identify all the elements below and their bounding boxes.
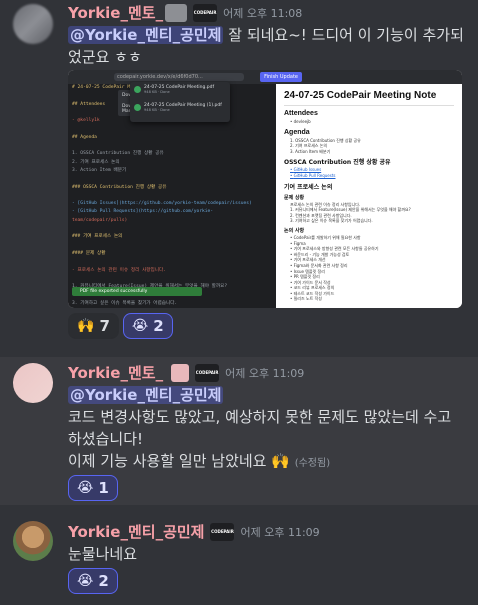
timestamp[interactable]: 어제 오후 11:09 (225, 365, 304, 381)
doc-title: 24-07-25 CodePair Meeting Note (284, 90, 437, 101)
redacted-name (171, 363, 190, 382)
doc-heading: OSSCA Contribution 진행 상황 공유 (284, 159, 391, 167)
export-toast: PDF file exported successfully (72, 287, 202, 296)
doc-heading: 논의 사항 (284, 227, 305, 234)
user-mention[interactable]: @Yorkie_멘티_공민제 (68, 386, 224, 404)
editor-line: ## Agenda (72, 134, 97, 140)
editor-line: ### OSSCA Contribution 진행 상황 공유 (72, 184, 167, 190)
timestamp[interactable]: 어제 오후 11:08 (223, 5, 302, 21)
editor-line: team/codepair/pulls) (72, 217, 128, 223)
raising-hands-icon: 🙌 (77, 318, 95, 334)
reaction-crying[interactable]: 😭 2 (122, 313, 173, 339)
image-attachment[interactable]: codepair.yorkie.dev/x/e/d6f0d70... Finis… (68, 70, 462, 308)
pdf-preview: 24-07-25 CodePair Meeting Note Attendees… (276, 84, 462, 308)
doc-heading: Agenda (284, 128, 310, 136)
reaction-count: 7 (99, 317, 110, 335)
doc-list-item: 3. Action Item 배분기 (290, 148, 331, 154)
doc-discuss-list: • CodePair를 개발하기 위해 필요한 사항 • Figma • 기여 프로… (284, 235, 454, 302)
reaction-count: 2 (153, 317, 164, 335)
loudly-crying-face-icon: 😭 (131, 318, 149, 334)
reaction-crying[interactable]: 😭 2 (68, 568, 118, 594)
reaction-count: 1 (98, 479, 109, 497)
server-tag-badge[interactable]: CODEPAIR (210, 522, 235, 541)
reactions-bar: 😭 1 (68, 475, 118, 501)
message-header: Yorkie_멘티_공민제 CODEPAIR 어제 오후 11:09 (68, 521, 320, 542)
editor-line: ### 기여 프로세스 논의 (72, 234, 123, 240)
reaction-raising-hands[interactable]: 🙌 7 (68, 313, 119, 339)
doc-list-item: 3. 기여하고 싶은 이슈 목록을 찾기가 어렵습니다. (290, 218, 373, 224)
message-header: Yorkie_멘토_ CODEPAIR 어제 오후 11:08 (68, 2, 302, 23)
editor-line: - 프로세스 논의 관련 이슈 정리 사항입니다. (72, 267, 166, 273)
message-3: Yorkie_멘티_공민제 CODEPAIR 어제 오후 11:09 눈물나네요… (0, 513, 478, 605)
username[interactable]: Yorkie_멘토_ (68, 2, 163, 23)
browser-toolbar: codepair.yorkie.dev/x/e/d6f0d70... Finis… (68, 70, 462, 84)
doc-list-item: • devleejb (290, 119, 311, 124)
message-1: Yorkie_멘토_ CODEPAIR 어제 오후 11:08 @Yorkie_… (0, 0, 478, 342)
server-tag-badge[interactable]: CODEPAIR (195, 363, 220, 382)
message-text: 코드 변경사항도 많았고, 예상하지 못한 문제도 많았는데 수고하셨습니다! (68, 408, 452, 448)
username[interactable]: Yorkie_멘토_ (68, 362, 163, 383)
username[interactable]: Yorkie_멘티_공민제 (68, 521, 204, 542)
server-tag-badge[interactable]: CODEPAIR (193, 3, 218, 22)
loudly-crying-face-icon: 😭 (77, 573, 94, 589)
reaction-count: 2 (98, 572, 109, 590)
editor-line: 3. Action Item 배분기 (72, 167, 127, 173)
share-button: Finish Update (260, 72, 302, 82)
loudly-crying-face-icon: 😭 (77, 480, 94, 496)
user-mention[interactable]: @Yorkie_멘티_공민제 (68, 26, 224, 44)
avatar[interactable] (13, 4, 53, 44)
message-content: @Yorkie_멘티_공민제 코드 변경사항도 많았고, 예상하지 못한 문제도… (68, 384, 464, 475)
editor-line: 1. OSSCA Contribution 진행 상황 공유 (72, 151, 164, 157)
download-item: 24-07-25 CodePair Meeting.pdf 948 KB · D… (130, 82, 230, 100)
edited-label: (수정됨) (294, 458, 331, 469)
editor-line: 2. 기여 프로세스 논의 (72, 159, 120, 165)
message-text: 이제 기능 사용할 일만 남았네요 🙌 (68, 452, 290, 470)
redacted-name (165, 3, 188, 22)
message-text: 눈물나네요 (68, 545, 138, 563)
editor-line: - [GitHub Issues](https://github.com/yor… (72, 201, 252, 207)
avatar[interactable] (13, 521, 53, 561)
editor-line: #### 문제 상황 (72, 250, 106, 256)
download-item: 24-07-25 CodePair Meeting (1).pdf 948 KB… (130, 100, 230, 118)
reactions-bar: 🙌 7 😭 2 (68, 313, 173, 339)
reactions-bar: 😭 2 (68, 568, 118, 594)
doc-link: • GitHub Pull Requests (290, 172, 336, 178)
timestamp[interactable]: 어제 오후 11:09 (240, 524, 319, 540)
doc-heading: 문제 상황 (284, 194, 305, 201)
message-header: Yorkie_멘토_ CODEPAIR 어제 오후 11:09 (68, 362, 304, 383)
editor-line: - [GitHub Pull Requests](https://github.… (72, 209, 214, 215)
message-2: Yorkie_멘토_ CODEPAIR 어제 오후 11:09 @Yorkie_… (0, 357, 478, 505)
editor-line: 3. 기여하고 싶은 이슈 목록을 찾기가 어렵습니다. (72, 300, 178, 306)
doc-list-item: • 릴리즈 노트 작성 (290, 296, 322, 302)
reaction-crying[interactable]: 😭 1 (68, 475, 118, 501)
avatar[interactable] (13, 363, 53, 403)
downloads-popup: 24-07-25 CodePair Meeting.pdf 948 KB · D… (130, 82, 230, 122)
doc-heading: Attendees (284, 110, 318, 117)
doc-heading: 기여 프로세스 논의 (284, 183, 333, 191)
message-content: @Yorkie_멘티_공민제 잘 되네요~! 드디어 이 기능이 추가되었군요 … (68, 24, 464, 68)
browser-url: codepair.yorkie.dev/x/e/d6f0d70... (114, 73, 244, 81)
